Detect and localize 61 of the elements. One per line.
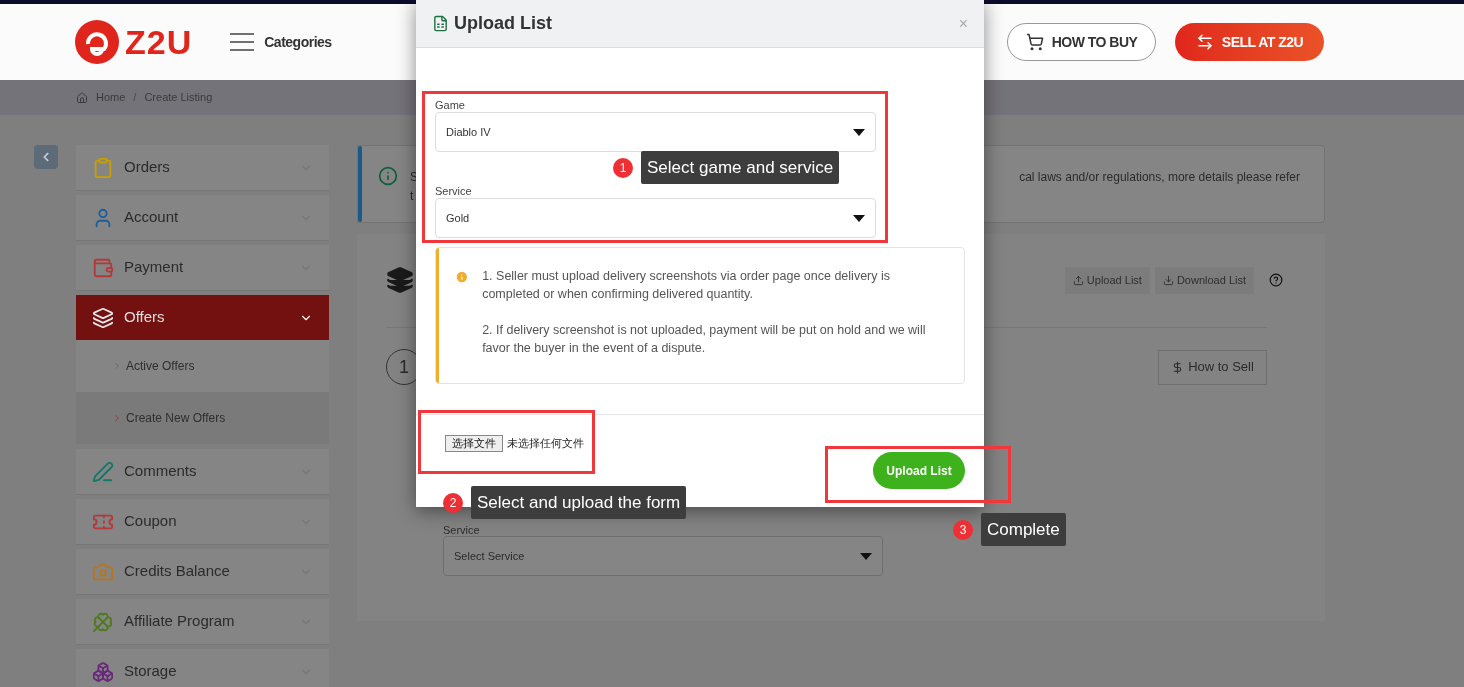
- breadcrumb-link[interactable]: Home: [96, 89, 126, 106]
- sidebar-item[interactable]: Account: [76, 195, 329, 240]
- layers-icon: [386, 266, 414, 294]
- sidebar-item[interactable]: Offers: [76, 295, 329, 340]
- download-icon: [1162, 274, 1174, 286]
- sidebar-item[interactable]: Credits Balance: [76, 549, 329, 594]
- sidebar-subitem[interactable]: Active Offers: [76, 340, 329, 392]
- notice-text: cal laws and/or regulations, more details please refer: [1019, 169, 1300, 186]
- upload-list-button[interactable]: Upload List: [1064, 266, 1150, 294]
- how-to-sell-button[interactable]: How to Sell: [1158, 349, 1267, 385]
- sidebar-item[interactable]: Coupon: [76, 499, 329, 544]
- notice-text: 2. If delivery screenshot is not uploaded, payment will be put on hold and we will favor the buyer in the event of a dispute.: [482, 322, 927, 357]
- tooltip: Select game and service: [641, 151, 840, 184]
- spreadsheet-icon: [432, 15, 449, 32]
- service-select[interactable]: Select Service: [443, 536, 883, 576]
- download-list-button[interactable]: Download List: [1154, 266, 1254, 294]
- notice-text: 1. Seller must upload delivery screenshots via order page once delivery is completed or when confirming delivered quantity.: [482, 268, 891, 303]
- sidebar-item[interactable]: Orders: [76, 145, 329, 190]
- sidebar-item[interactable]: Affiliate Program: [76, 599, 329, 644]
- categories-label[interactable]: Categories: [264, 31, 332, 53]
- sidebar-item[interactable]: Payment: [76, 245, 329, 290]
- info-icon: [378, 166, 398, 186]
- sidebar-subitem[interactable]: Create New Offers: [76, 392, 329, 444]
- tooltip: Select and upload the form: [471, 486, 687, 519]
- help-icon[interactable]: [1269, 273, 1283, 287]
- layers-icon: [92, 306, 114, 329]
- dialog-title: Upload List: [454, 12, 552, 35]
- caret-icon: [860, 552, 872, 560]
- wallet-icon: [92, 256, 114, 279]
- breadcrumb-current: Create Listing: [144, 90, 213, 106]
- tooltip: Complete: [981, 513, 1066, 546]
- how-to-buy-button[interactable]: HOW TO BUY: [1007, 23, 1156, 61]
- swap-icon: [1195, 33, 1214, 51]
- field-label: Game: [435, 99, 466, 112]
- boxes-icon: [92, 660, 114, 683]
- sell-button[interactable]: SELL AT Z2U: [1175, 23, 1324, 61]
- clover-icon: [92, 610, 114, 633]
- logo-icon: [75, 20, 119, 64]
- field-label: Service: [435, 185, 473, 198]
- cart-icon: [1025, 33, 1044, 51]
- sidebar-item[interactable]: Storage: [76, 649, 329, 687]
- caret-icon: [853, 128, 865, 136]
- notice-text: t: [410, 188, 415, 205]
- pen-icon: [92, 460, 114, 483]
- choose-file-button[interactable]: 选择文件: [445, 435, 503, 452]
- home-icon: [76, 91, 88, 104]
- game-select[interactable]: Diablo IV: [435, 112, 876, 152]
- collapse-button[interactable]: [34, 145, 58, 169]
- upload-icon: [1072, 274, 1084, 286]
- clipboard-icon: [92, 156, 114, 179]
- caret-icon: [853, 214, 865, 222]
- close-button[interactable]: ×: [958, 11, 968, 36]
- menu-icon[interactable]: [230, 33, 255, 51]
- upload-list-button[interactable]: Upload List: [873, 452, 965, 489]
- breadcrumb-separator: /: [133, 90, 137, 106]
- chevron-right-icon: [112, 413, 122, 423]
- service-select[interactable]: Gold: [435, 198, 876, 238]
- sidebar-item[interactable]: Comments: [76, 449, 329, 494]
- logo[interactable]: Z2U: [75, 20, 193, 64]
- field-label: Service: [443, 525, 481, 536]
- file-status: 未选择任何文件: [507, 436, 584, 451]
